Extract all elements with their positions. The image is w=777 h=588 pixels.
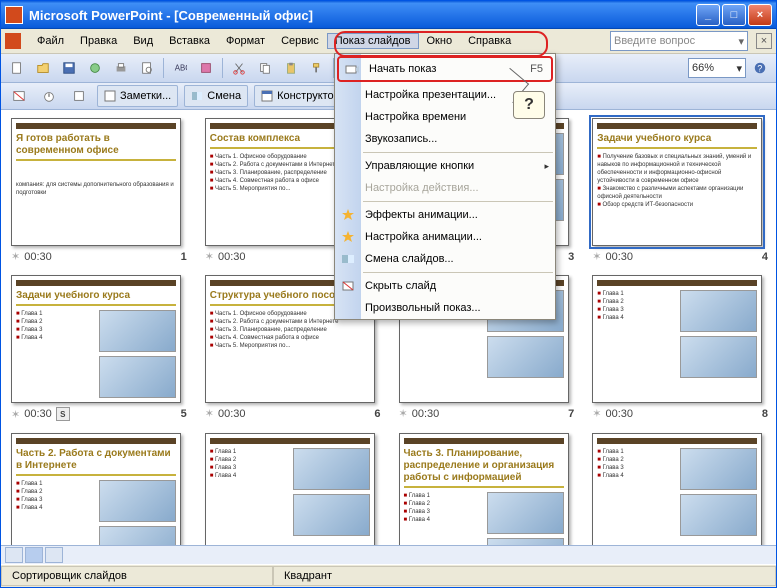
slide-number: 1 [181,251,187,263]
menu-animation-effects[interactable]: Эффекты анимации... [335,204,555,226]
star-icon [340,207,356,223]
slide-thumb-1[interactable]: Я готов работать в современном офисекомп… [11,118,187,263]
menu-action-buttons[interactable]: Управляющие кнопки [335,155,555,177]
transition-icon: ✶ [11,250,20,263]
menu-insert[interactable]: Вставка [161,33,218,49]
permission-button[interactable] [83,56,107,80]
menu-view[interactable]: Вид [125,33,161,49]
transition-icon: ✶ [11,408,20,421]
slide-thumb-4[interactable]: Задачи учебного курсаПолучение базовых и… [592,118,768,263]
doc-icon [5,33,21,49]
slide-number: 3 [568,251,574,263]
transition-button[interactable]: Смена [184,85,248,107]
slide-number: 5 [181,408,187,420]
menu-custom-animation[interactable]: Настройка анимации... [335,226,555,248]
projector-icon [344,61,360,77]
view-switch-bar [1,545,776,564]
format-painter-button[interactable] [305,56,329,80]
animation-badge: S [56,407,70,421]
normal-view-button[interactable] [5,547,23,563]
slide-thumb-9[interactable]: Часть 2. Работа с документами в Интернет… [11,433,187,545]
new-button[interactable] [5,56,29,80]
slide-time: 00:30 [605,251,633,263]
transition-icon: ✶ [205,250,214,263]
slide-time: 00:30 [24,251,52,263]
zoom-box[interactable]: 66%▾ [688,58,746,78]
status-center: Квадрант [273,566,776,586]
summary-button[interactable] [67,84,91,108]
menu-record-narration[interactable]: Звукозапись... [335,128,555,150]
transition-icon: ✶ [592,250,601,263]
menu-hide-slide[interactable]: Скрыть слайд [335,275,555,297]
rehearse-button[interactable] [37,84,61,108]
preview-button[interactable] [135,56,159,80]
minimize-button[interactable]: _ [696,4,720,26]
window-title: Microsoft PowerPoint - [Современный офис… [29,8,696,23]
ask-question-box[interactable]: Введите вопрос ▾ [610,31,748,51]
slide-time: 00:30 [605,408,633,420]
save-button[interactable] [57,56,81,80]
svg-text:ABC: ABC [175,64,187,73]
slide-number: 8 [762,408,768,420]
star-gear-icon [340,229,356,245]
chevron-down-icon: ▾ [738,35,744,48]
slideshow-view-button[interactable] [45,547,63,563]
slide-thumb-12[interactable]: Глава 1Глава 2Глава 3Глава 4✶12 [592,433,768,545]
hide-slide-icon [340,278,356,294]
slide-thumb-11[interactable]: Часть 3. Планирование, распределение и о… [399,433,575,545]
menu-custom-show[interactable]: Произвольный показ... [335,297,555,319]
maximize-button[interactable]: □ [722,4,746,26]
help-balloon[interactable]: ? [513,91,545,119]
svg-text:?: ? [757,64,762,74]
notes-button[interactable]: Заметки... [97,85,178,107]
menu-slide-transition[interactable]: Смена слайдов... [335,248,555,270]
slide-time: 00:30 [412,408,440,420]
cut-button[interactable] [227,56,251,80]
slide-thumb-10[interactable]: Глава 1Глава 2Глава 3Глава 4✶10 [205,433,381,545]
slide-number: 7 [568,408,574,420]
print-button[interactable] [109,56,133,80]
slide-time: 00:30 [218,251,246,263]
statusbar: Сортировщик слайдов Квадрант [1,564,776,587]
menubar: Файл Правка Вид Вставка Формат Сервис По… [1,29,776,54]
menu-slideshow[interactable]: Показ слайдов [327,33,419,49]
hide-slide-button[interactable] [7,84,31,108]
copy-button[interactable] [253,56,277,80]
menu-tools[interactable]: Сервис [273,33,327,49]
slide-thumb-8[interactable]: Глава 1Глава 2Глава 3Глава 4✶00:308 [592,275,768,421]
research-button[interactable] [194,56,218,80]
transition-icon: ✶ [592,407,601,420]
transition-icon [340,251,356,267]
spellcheck-button[interactable]: ABC [168,56,192,80]
menu-format[interactable]: Формат [218,33,273,49]
open-button[interactable] [31,56,55,80]
slide-number: 6 [374,408,380,420]
help-button[interactable]: ? [748,56,772,80]
slide-number: 4 [762,251,768,263]
chevron-down-icon: ▾ [736,62,742,75]
titlebar: Microsoft PowerPoint - [Современный офис… [1,1,776,29]
transition-icon: ✶ [205,407,214,420]
menu-help[interactable]: Справка [460,33,519,49]
menu-window[interactable]: Окно [419,33,461,49]
paste-button[interactable] [279,56,303,80]
ask-placeholder: Введите вопрос [614,35,695,47]
menu-file[interactable]: Файл [29,33,72,49]
status-left: Сортировщик слайдов [1,566,273,586]
sorter-view-button[interactable] [25,547,43,563]
slide-time: 00:30 [218,408,246,420]
transition-icon: ✶ [399,407,408,420]
slide-time: 00:30 [24,408,52,420]
app-icon [5,6,23,24]
menu-edit[interactable]: Правка [72,33,125,49]
menu-action-settings: Настройка действия... [335,177,555,199]
close-doc-button[interactable]: × [756,33,772,49]
slide-thumb-5[interactable]: Задачи учебного курсаГлава 1Глава 2Глава… [11,275,187,421]
close-button[interactable]: × [748,4,772,26]
